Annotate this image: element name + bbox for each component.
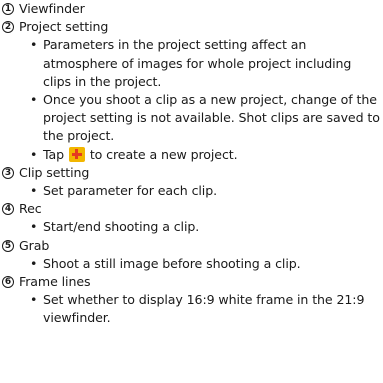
bullet-dot: • [30, 255, 38, 271]
list-item: • Set parameter for each clip. [0, 182, 383, 200]
section-rec: 4 Rec • Start/end shooting a clip. [0, 200, 383, 236]
list-item: • Tap to create a new project. [0, 146, 383, 164]
bullet-dot: • [30, 37, 38, 53]
number-badge-4: 4 [2, 203, 14, 216]
section-heading: 4 Rec [0, 200, 383, 218]
bullet-list-clip-setting: • Set parameter for each clip. [0, 182, 383, 200]
section-title-viewfinder: Viewfinder [19, 1, 85, 16]
bullet-dot: • [30, 219, 38, 235]
section-heading: 3 Clip setting [0, 164, 383, 182]
section-title-project-setting: Project setting [19, 19, 109, 35]
bullet-text-tap-after: to create a new project. [85, 146, 238, 162]
section-heading: 2 Project setting [0, 18, 383, 36]
section-heading: 6 Frame lines [0, 273, 383, 291]
section-title-grab: Grab [19, 237, 50, 253]
bullet-text: Once you shoot a clip as a new project, … [43, 91, 380, 144]
section-frame-lines: 6 Frame lines • Set whether to display 1… [0, 273, 383, 328]
number-badge-2: 2 [2, 21, 14, 34]
bullet-dot: • [30, 292, 38, 308]
bullet-dot: • [30, 182, 38, 198]
number-badge-3: 3 [2, 166, 14, 179]
list-item: • Once you shoot a clip as a new project… [0, 91, 383, 146]
bullet-text: Shoot a still image before shooting a cl… [43, 255, 301, 271]
bullet-dot: • [30, 146, 38, 162]
section-heading: 5 Grab [0, 237, 383, 255]
list-item: • Start/end shooting a clip. [0, 218, 383, 236]
section-grab: 5 Grab • Shoot a still image before shoo… [0, 237, 383, 273]
section-viewfinder: 1 Viewfinder [0, 0, 383, 18]
section-project-setting: 2 Project setting • Parameters in the pr… [0, 18, 383, 164]
list-item: • Set whether to display 16:9 white fram… [0, 291, 383, 327]
section-title-clip-setting: Clip setting [19, 164, 90, 180]
list-item: • Parameters in the project setting affe… [0, 36, 383, 91]
bullet-list-project-setting: • Parameters in the project setting affe… [0, 36, 383, 163]
bullet-dot: • [30, 91, 38, 107]
bullet-text: Set whether to display 16:9 white frame … [43, 292, 365, 326]
list-item: • Shoot a still image before shooting a … [0, 255, 383, 273]
bullet-text: Set parameter for each clip. [43, 182, 217, 198]
plus-icon [68, 146, 85, 162]
section-heading: 1 Viewfinder [0, 0, 383, 18]
bullet-text: Start/end shooting a clip. [43, 219, 200, 235]
number-badge-6: 6 [2, 275, 14, 288]
bullet-list-frame-lines: • Set whether to display 16:9 white fram… [0, 291, 383, 327]
bullet-text-tap-before: Tap [43, 146, 68, 162]
bullet-text: Parameters in the project setting affect… [43, 37, 352, 89]
section-title-rec: Rec [19, 201, 42, 217]
bullet-list-rec: • Start/end shooting a clip. [0, 218, 383, 236]
section-title-frame-lines: Frame lines [19, 273, 91, 289]
document-body: 1 Viewfinder 2 Project setting • Paramet… [0, 0, 383, 328]
bullet-list-grab: • Shoot a still image before shooting a … [0, 255, 383, 273]
number-badge-5: 5 [2, 239, 14, 252]
number-badge-1: 1 [2, 3, 14, 15]
section-clip-setting: 3 Clip setting • Set parameter for each … [0, 164, 383, 200]
